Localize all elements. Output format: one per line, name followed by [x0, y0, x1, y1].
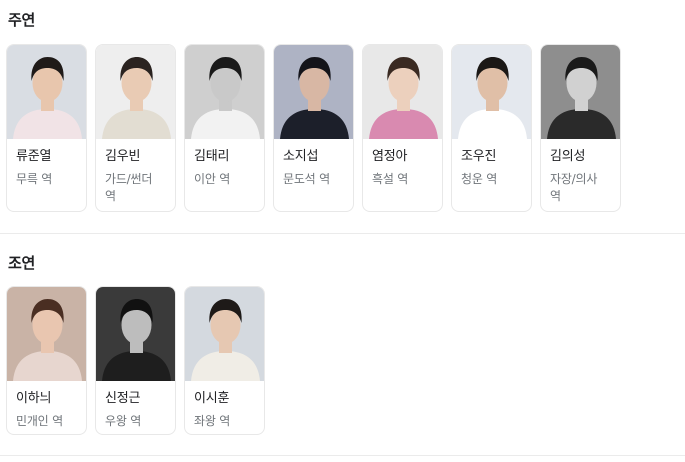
actor-name[interactable]: 신정근	[105, 391, 166, 407]
actor-photo[interactable]	[7, 287, 86, 381]
cast-card[interactable]: 신정근우왕 역	[95, 286, 176, 435]
cast-card-text: 김의성자장/의사 역	[541, 139, 620, 205]
character-role: 무륵 역	[16, 172, 53, 186]
portrait-illustration	[274, 45, 353, 139]
actor-photo[interactable]	[185, 287, 264, 381]
cast-card[interactable]: 조우진청운 역	[451, 44, 532, 212]
actor-photo[interactable]	[96, 287, 175, 381]
portrait-illustration	[452, 45, 531, 139]
actor-photo[interactable]	[185, 45, 264, 139]
character-role: 흑설 역	[372, 172, 409, 186]
portrait-illustration	[363, 45, 442, 139]
cast-card[interactable]: 김우빈가드/썬더 역	[95, 44, 176, 212]
actor-photo[interactable]	[7, 45, 86, 139]
actor-name[interactable]: 염정아	[372, 149, 433, 165]
portrait-illustration	[7, 287, 86, 381]
cast-card[interactable]: 김태리이안 역	[184, 44, 265, 212]
portrait-illustration	[185, 287, 264, 381]
character-role: 이안 역	[194, 172, 231, 186]
cast-card[interactable]: 류준열무륵 역	[6, 44, 87, 212]
character-role: 민개인 역	[16, 414, 63, 428]
portrait-illustration	[185, 45, 264, 139]
cast-card-text: 이하늬민개인 역	[7, 381, 86, 430]
character-role: 우왕 역	[105, 414, 142, 428]
character-role: 문도석 역	[283, 172, 330, 186]
cast-card-text: 소지섭문도석 역	[274, 139, 353, 188]
actor-name[interactable]: 김의성	[550, 149, 611, 165]
cast-card-text: 김태리이안 역	[185, 139, 264, 188]
character-role: 자장/의사 역	[550, 172, 598, 203]
cast-card-text: 신정근우왕 역	[96, 381, 175, 430]
actor-photo[interactable]	[452, 45, 531, 139]
actor-name[interactable]: 이시훈	[194, 391, 255, 407]
cast-card[interactable]: 소지섭문도석 역	[273, 44, 354, 212]
actor-photo[interactable]	[363, 45, 442, 139]
cast-card-text: 류준열무륵 역	[7, 139, 86, 188]
cast-card[interactable]: 이시훈좌왕 역	[184, 286, 265, 435]
cast-card-text: 염정아흑설 역	[363, 139, 442, 188]
section-divider	[0, 455, 685, 456]
portrait-illustration	[7, 45, 86, 139]
cast-card-text: 김우빈가드/썬더 역	[96, 139, 175, 205]
portrait-illustration	[96, 287, 175, 381]
actor-photo[interactable]	[541, 45, 620, 139]
actor-name[interactable]: 류준열	[16, 149, 77, 165]
character-role: 가드/썬더 역	[105, 172, 153, 203]
actor-name[interactable]: 이하늬	[16, 391, 77, 407]
portrait-illustration	[541, 45, 620, 139]
character-role: 좌왕 역	[194, 414, 231, 428]
actor-name[interactable]: 소지섭	[283, 149, 344, 165]
supporting-cast-title: 조연	[8, 254, 36, 272]
actor-name[interactable]: 조우진	[461, 149, 522, 165]
cast-card[interactable]: 염정아흑설 역	[362, 44, 443, 212]
actor-name[interactable]: 김태리	[194, 149, 255, 165]
supporting-cast-list: 이하늬 민개인 역 신정근 우왕 역 이시훈 좌왕 역	[6, 286, 265, 435]
lead-cast-list: 류준열 무륵 역 김우빈 가드/썬더 역 김태리 이안 역 소지섭 문도석 역 염정아 흑설 역조…	[6, 44, 621, 212]
actor-photo[interactable]	[96, 45, 175, 139]
lead-cast-title: 주연	[8, 11, 36, 29]
character-role: 청운 역	[461, 172, 498, 186]
section-divider	[0, 233, 685, 234]
actor-photo[interactable]	[274, 45, 353, 139]
portrait-illustration	[96, 45, 175, 139]
cast-card[interactable]: 김의성자장/의사 역	[540, 44, 621, 212]
cast-card-text: 조우진청운 역	[452, 139, 531, 188]
cast-card[interactable]: 이하늬민개인 역	[6, 286, 87, 435]
actor-name[interactable]: 김우빈	[105, 149, 166, 165]
cast-card-text: 이시훈좌왕 역	[185, 381, 264, 430]
